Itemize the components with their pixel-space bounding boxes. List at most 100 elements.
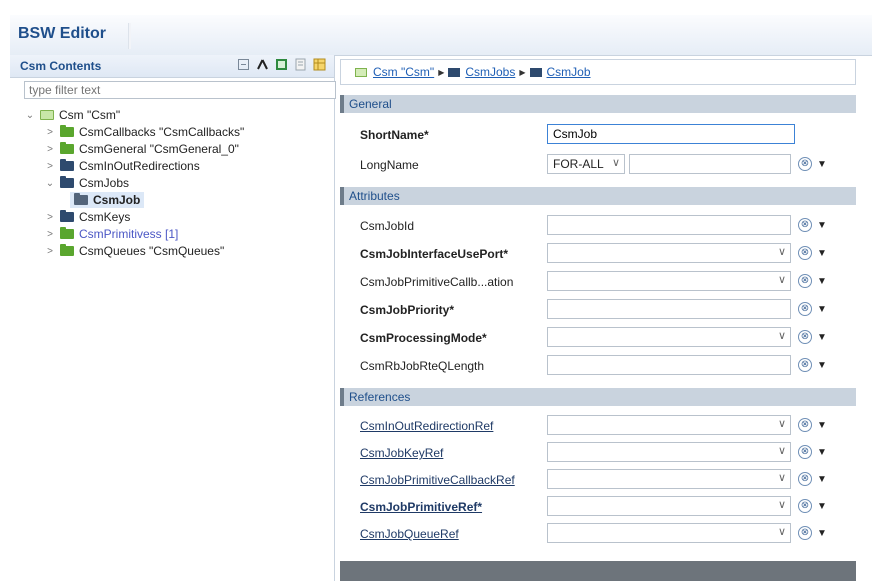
shortname-field[interactable] xyxy=(547,124,795,144)
grid-icon[interactable] xyxy=(313,58,326,71)
collapse-all-icon[interactable] xyxy=(237,58,250,71)
dropdown-arrow-icon[interactable]: ▼ xyxy=(817,159,827,170)
csmjobprimitivecallbackref-select[interactable]: ∨ xyxy=(547,469,791,489)
form-footer xyxy=(340,561,856,581)
expand-toggle[interactable]: ⌄ xyxy=(44,178,56,189)
reset-icon[interactable]: ⊗ xyxy=(798,218,812,232)
contents-title: Csm Contents xyxy=(20,59,102,73)
csminoutredirectionref-select[interactable]: ∨ xyxy=(547,415,791,435)
csmjobprimitiveref-label[interactable]: CsmJobPrimitiveRef* xyxy=(360,500,482,514)
reset-icon[interactable]: ⊗ xyxy=(798,246,812,260)
csmjobprimitivecallbackref-label[interactable]: CsmJobPrimitiveCallbackRef xyxy=(360,473,515,487)
tree-node-label: CsmPrimitivess [1] xyxy=(79,227,179,241)
titlebar-divider xyxy=(128,23,131,49)
dropdown-arrow-icon[interactable]: ▼ xyxy=(817,360,827,371)
tree-node-csmcallbacks[interactable]: > CsmCallbacks "CsmCallbacks" xyxy=(44,124,244,140)
csmjobkeyref-label[interactable]: CsmJobKeyRef xyxy=(360,446,443,460)
csmjobprimitivecallback-select[interactable]: ∨ xyxy=(547,271,791,291)
chevron-down-icon: ∨ xyxy=(777,445,786,457)
folder-icon xyxy=(60,142,74,154)
tree-node-csminoutredirections[interactable]: > CsmInOutRedirections xyxy=(44,158,200,174)
tree-node-csmqueues[interactable]: > CsmQueues "CsmQueues" xyxy=(44,243,224,259)
breadcrumb-csm[interactable]: Csm "Csm" xyxy=(373,65,434,79)
expand-toggle[interactable]: ⌄ xyxy=(24,110,36,121)
csmrbjobrteqlength-field[interactable] xyxy=(547,355,791,375)
dropdown-arrow-icon[interactable]: ▼ xyxy=(817,220,827,231)
folder-icon xyxy=(448,67,461,77)
reset-icon[interactable]: ⊗ xyxy=(798,302,812,316)
csmjobid-field[interactable] xyxy=(547,215,791,235)
dropdown-arrow-icon[interactable]: ▼ xyxy=(817,276,827,287)
reset-icon[interactable]: ⊗ xyxy=(798,157,812,171)
folder-icon xyxy=(60,176,74,188)
excel-icon[interactable] xyxy=(275,58,288,71)
dropdown-arrow-icon[interactable]: ▼ xyxy=(817,447,827,458)
editor-titlebar: BSW Editor xyxy=(10,15,872,56)
section-references: References xyxy=(340,388,856,406)
tree-node-csmgeneral[interactable]: > CsmGeneral "CsmGeneral_0" xyxy=(44,141,239,157)
chevron-down-icon: ∨ xyxy=(777,418,786,430)
hierarchy-icon[interactable] xyxy=(256,58,269,71)
language-value: FOR-ALL xyxy=(553,157,604,171)
tree-node-csmkeys[interactable]: > CsmKeys xyxy=(44,209,130,225)
editor-form: Csm "Csm" ▶ CsmJobs ▶ CsmJob General Sho… xyxy=(340,55,856,581)
filter-input[interactable] xyxy=(24,81,336,99)
dropdown-arrow-icon[interactable]: ▼ xyxy=(817,528,827,539)
dropdown-arrow-icon[interactable]: ▼ xyxy=(817,332,827,343)
dropdown-arrow-icon[interactable]: ▼ xyxy=(817,501,827,512)
folder-icon xyxy=(60,227,74,239)
dropdown-arrow-icon[interactable]: ▼ xyxy=(817,420,827,431)
reset-icon[interactable]: ⊗ xyxy=(798,445,812,459)
csmjobkeyref-select[interactable]: ∨ xyxy=(547,442,791,462)
dropdown-arrow-icon[interactable]: ▼ xyxy=(817,474,827,485)
expand-toggle[interactable]: > xyxy=(44,144,56,155)
reset-icon[interactable]: ⊗ xyxy=(798,274,812,288)
longname-field[interactable] xyxy=(629,154,791,174)
expand-toggle[interactable]: > xyxy=(44,161,56,172)
csmjobqueueref-select[interactable]: ∨ xyxy=(547,523,791,543)
csmrbjobrteqlength-label: CsmRbJobRteQLength xyxy=(360,359,485,373)
tree-node-csmjobs[interactable]: ⌄ CsmJobs xyxy=(44,175,129,191)
csmprocessingmode-select[interactable]: ∨ xyxy=(547,327,791,347)
dropdown-arrow-icon[interactable]: ▼ xyxy=(817,248,827,259)
tree-node-label: CsmJob xyxy=(93,193,141,207)
document-icon[interactable] xyxy=(294,58,307,71)
expand-toggle[interactable]: > xyxy=(44,212,56,223)
section-title: References xyxy=(349,390,411,404)
language-select[interactable]: FOR-ALL ∨ xyxy=(547,154,625,174)
tree-node-label: CsmJobs xyxy=(79,176,130,190)
csmjobpriority-label: CsmJobPriority* xyxy=(360,303,455,317)
reset-icon[interactable]: ⊗ xyxy=(798,472,812,486)
breadcrumb-csmjobs[interactable]: CsmJobs xyxy=(465,65,515,79)
reset-icon[interactable]: ⊗ xyxy=(798,358,812,372)
chevron-down-icon: ∨ xyxy=(777,499,786,511)
expand-toggle[interactable]: > xyxy=(44,229,56,240)
reset-icon[interactable]: ⊗ xyxy=(798,330,812,344)
chevron-down-icon: ∨ xyxy=(777,330,786,342)
csminoutredirectionref-label[interactable]: CsmInOutRedirectionRef xyxy=(360,419,493,433)
csmjobinterfaceuseport-select[interactable]: ∨ xyxy=(547,243,791,263)
dropdown-arrow-icon[interactable]: ▼ xyxy=(817,304,827,315)
breadcrumb-csmjob[interactable]: CsmJob xyxy=(547,65,591,79)
section-title: General xyxy=(349,97,392,111)
tree-node-label: CsmInOutRedirections xyxy=(79,159,200,173)
module-icon xyxy=(355,67,367,77)
reset-icon[interactable]: ⊗ xyxy=(798,499,812,513)
csmjobprimitiveref-select[interactable]: ∨ xyxy=(547,496,791,516)
tree-node-csm[interactable]: ⌄ Csm "Csm" xyxy=(24,107,120,123)
csmjobqueueref-label[interactable]: CsmJobQueueRef xyxy=(360,527,459,541)
chevron-down-icon: ∨ xyxy=(777,526,786,538)
shortname-label: ShortName* xyxy=(360,128,429,142)
reset-icon[interactable]: ⊗ xyxy=(798,526,812,540)
expand-toggle[interactable]: > xyxy=(44,127,56,138)
breadcrumb-arrow-icon: ▶ xyxy=(519,67,526,77)
contents-header: Csm Contents xyxy=(10,55,334,78)
reset-icon[interactable]: ⊗ xyxy=(798,418,812,432)
folder-icon xyxy=(529,67,542,77)
chevron-down-icon: ∨ xyxy=(777,246,786,258)
csmjobid-label: CsmJobId xyxy=(360,219,415,233)
tree-node-csmprimitivess[interactable]: > CsmPrimitivess [1] xyxy=(44,226,178,242)
csmjobpriority-field[interactable] xyxy=(547,299,791,319)
expand-toggle[interactable]: > xyxy=(44,246,56,257)
tree-node-csmjob[interactable]: CsmJob xyxy=(70,192,145,208)
